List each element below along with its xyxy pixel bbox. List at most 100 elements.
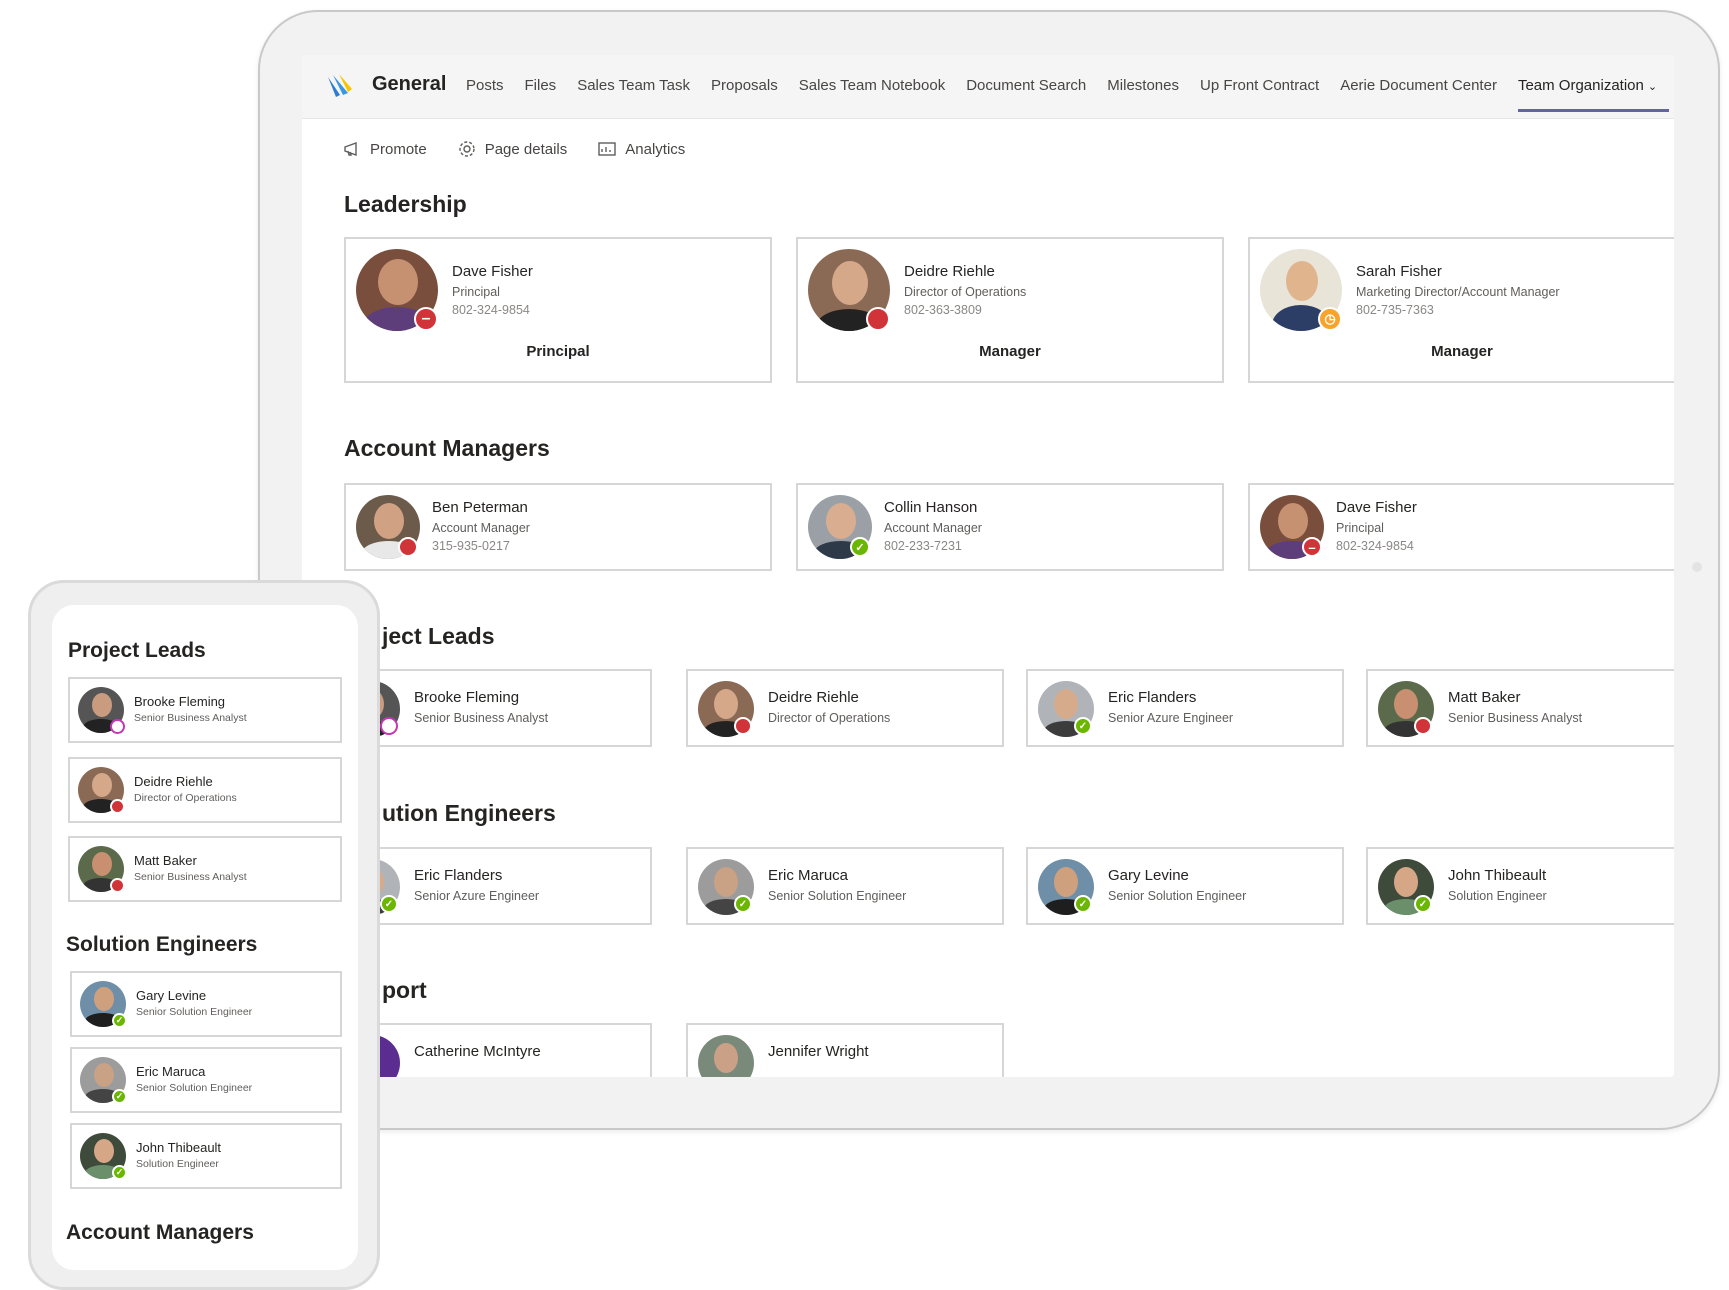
- section-title-solution-engineers: ution Engineers: [382, 800, 556, 826]
- person-name: Eric Maruca: [768, 867, 849, 884]
- chevron-down-icon[interactable]: ⌄: [1648, 81, 1657, 93]
- person-role: Senior Business Analyst: [414, 711, 549, 725]
- tab-document-search[interactable]: Document Search: [966, 77, 1086, 94]
- person-card[interactable]: Brooke Fleming Senior Business Analyst: [332, 669, 652, 747]
- person-role: Principal: [1336, 521, 1384, 535]
- person-phone: 315-935-0217: [432, 539, 510, 553]
- person-card[interactable]: ✓ Collin Hanson Account Manager 802-233-…: [796, 483, 1224, 571]
- section-title-project-leads: ject Leads: [382, 623, 495, 649]
- busy-icon: [398, 537, 418, 557]
- person-card[interactable]: – Dave Fisher Principal 802-324-9854 Pri…: [344, 237, 772, 383]
- analytics-label: Analytics: [625, 140, 686, 158]
- person-card[interactable]: ✓ Eric Flanders Senior Azure Engineer: [332, 847, 652, 925]
- mobile-screen: Project Leads Brooke Fleming Senior Busi…: [52, 605, 358, 1270]
- person-role: Principal: [452, 285, 500, 299]
- tab-sales-team-task[interactable]: Sales Team Task: [577, 77, 690, 94]
- person-card[interactable]: Deidre Riehle Director of Operations: [686, 669, 1004, 747]
- teams-screen: General Posts Files Sales Team Task Prop…: [302, 55, 1674, 1077]
- do-not-disturb-icon: –: [1302, 537, 1322, 557]
- person-role: Director of Operations: [768, 711, 891, 725]
- person-name: Deidre Riehle: [768, 689, 859, 706]
- tab-posts[interactable]: Posts: [466, 77, 504, 94]
- person-role: Senior Solution Engineer: [1108, 889, 1247, 903]
- tab-aerie-document-center[interactable]: Aerie Document Center: [1340, 77, 1497, 94]
- person-card[interactable]: Deidre Riehle Director of Operations: [68, 757, 342, 823]
- person-role: Account Manager: [884, 521, 982, 535]
- do-not-disturb-icon: –: [414, 307, 438, 331]
- section-title-leadership: Leadership: [344, 191, 467, 217]
- person-label: Manager: [1431, 343, 1493, 360]
- tab-sales-team-notebook[interactable]: Sales Team Notebook: [799, 77, 945, 94]
- tab-up-front-contract[interactable]: Up Front Contract: [1200, 77, 1319, 94]
- person-name: John Thibeault: [136, 1140, 222, 1155]
- person-name: Brooke Fleming: [134, 694, 226, 709]
- person-role: Senior Solution Engineer: [136, 1006, 253, 1018]
- person-role: Senior Azure Engineer: [414, 889, 540, 903]
- person-role: Marketing Director/Account Manager: [1356, 285, 1560, 299]
- person-phone: 802-363-3809: [904, 303, 982, 317]
- tab-files[interactable]: Files: [525, 77, 557, 94]
- available-check-icon: ✓: [1074, 717, 1092, 735]
- person-role: Senior Azure Engineer: [1108, 711, 1234, 725]
- available-check-icon: ✓: [380, 895, 398, 913]
- person-card[interactable]: – Dave Fisher Principal 802-324-9854: [1248, 483, 1674, 571]
- analytics-button[interactable]: Analytics: [597, 139, 685, 159]
- tab-team-organization-label: Team Organization: [1517, 77, 1644, 94]
- person-card[interactable]: ✓ John Thibeault Solution Engineer: [70, 1123, 342, 1189]
- app-logo-icon: [328, 74, 352, 97]
- person-role: Director of Operations: [904, 285, 1027, 299]
- tab-milestones[interactable]: Milestones: [1107, 77, 1179, 94]
- person-card[interactable]: Matt Baker Senior Business Analyst: [1366, 669, 1674, 747]
- person-role: Senior Solution Engineer: [136, 1082, 253, 1094]
- person-role: Solution Engineer: [136, 1158, 219, 1170]
- available-check-icon: ✓: [112, 1013, 127, 1028]
- page-details-button[interactable]: Page details: [457, 139, 567, 159]
- out-of-office-icon: [380, 717, 398, 735]
- person-label: Manager: [979, 343, 1041, 360]
- person-card[interactable]: Brooke Fleming Senior Business Analyst: [68, 677, 342, 743]
- promote-button[interactable]: Promote: [342, 139, 427, 159]
- available-check-icon: ✓: [112, 1089, 127, 1104]
- person-role: Senior Business Analyst: [134, 871, 247, 883]
- person-name: Dave Fisher: [1336, 499, 1417, 516]
- avatar: [698, 1035, 754, 1077]
- person-card[interactable]: ✓ Gary Levine Senior Solution Engineer: [70, 971, 342, 1037]
- mobile-section-title-solution-engineers: Solution Engineers: [66, 933, 258, 956]
- person-name: Deidre Riehle: [904, 263, 995, 280]
- person-card[interactable]: ◷ Sarah Fisher Marketing Director/Accoun…: [1248, 237, 1674, 383]
- person-phone: 802-735-7363: [1356, 303, 1434, 317]
- person-card[interactable]: ✓ Eric Flanders Senior Azure Engineer: [1026, 669, 1344, 747]
- command-bar: Promote Page details Analytics: [342, 139, 685, 159]
- available-check-icon: ✓: [850, 537, 870, 557]
- person-name: Jennifer Wright: [768, 1043, 869, 1060]
- person-role: Senior Solution Engineer: [768, 889, 907, 903]
- person-name: Sarah Fisher: [1356, 263, 1442, 280]
- available-check-icon: ✓: [734, 895, 752, 913]
- busy-icon: [110, 878, 125, 893]
- busy-icon: [1414, 717, 1432, 735]
- person-card[interactable]: ✓ Eric Maruca Senior Solution Engineer: [686, 847, 1004, 925]
- person-card[interactable]: Matt Baker Senior Business Analyst: [68, 836, 342, 902]
- tab-team-organization[interactable]: Team Organization ⌄: [1517, 77, 1670, 112]
- person-card[interactable]: ✓ John Thibeault Solution Engineer: [1366, 847, 1674, 925]
- person-card[interactable]: Deidre Riehle Director of Operations 802…: [796, 237, 1224, 383]
- tablet-camera-dot: [1692, 562, 1702, 572]
- person-name: Eric Flanders: [1108, 689, 1197, 706]
- person-name: Ben Peterman: [432, 499, 528, 516]
- person-card[interactable]: Jennifer Wright: [686, 1023, 1004, 1077]
- person-label: Principal: [526, 343, 590, 360]
- person-name: Matt Baker: [134, 853, 197, 868]
- away-clock-icon: ◷: [1318, 307, 1342, 331]
- person-role: Director of Operations: [134, 792, 237, 804]
- mobile-section-title-project-leads: Project Leads: [68, 639, 206, 662]
- tab-proposals[interactable]: Proposals: [711, 77, 778, 94]
- person-card[interactable]: ✓ Eric Maruca Senior Solution Engineer: [70, 1047, 342, 1113]
- channel-tabs: Posts Files Sales Team Task Proposals Sa…: [466, 77, 1674, 112]
- person-card[interactable]: ✓ Gary Levine Senior Solution Engineer: [1026, 847, 1344, 925]
- section-title-support: port: [382, 977, 427, 1003]
- gear-icon: [459, 141, 475, 157]
- available-check-icon: ✓: [112, 1165, 127, 1180]
- person-role: Account Manager: [432, 521, 530, 535]
- person-card[interactable]: Ben Peterman Account Manager 315-935-021…: [344, 483, 772, 571]
- person-card[interactable]: Catherine McIntyre: [332, 1023, 652, 1077]
